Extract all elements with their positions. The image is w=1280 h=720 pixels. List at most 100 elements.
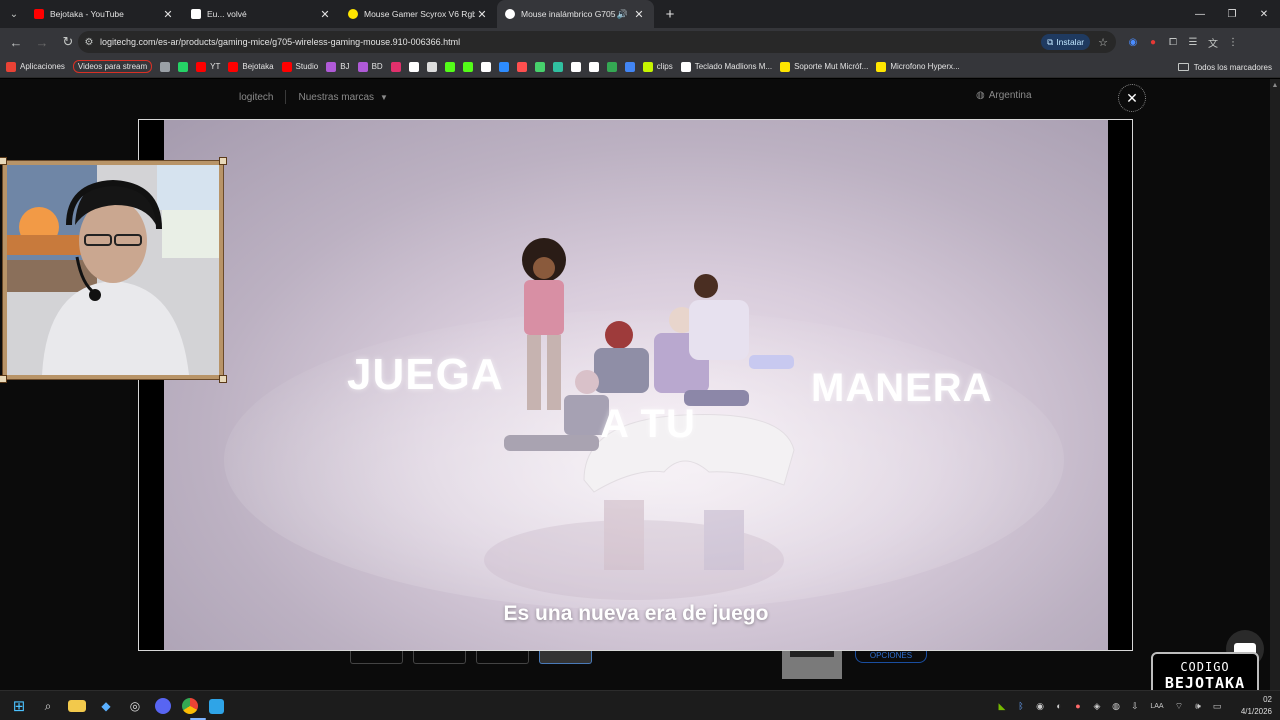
bookmark-icon[interactable] [516,61,527,72]
page-scrollbar[interactable]: ▲ [1270,79,1280,690]
bookmark-icon[interactable] [462,61,473,72]
bookmark-icon[interactable] [444,61,455,72]
region-selector[interactable]: ◍ Argentina [976,90,1032,101]
thumbnail[interactable] [476,651,529,664]
bookmark-icon[interactable] [606,61,617,72]
resize-handle-top-left[interactable] [0,157,7,165]
search-icon[interactable]: ⌕ [39,697,57,715]
bookmark-item[interactable]: BJ [326,61,350,72]
bookmark-icon[interactable] [570,61,581,72]
bookmark-item[interactable]: Bejotaka [228,61,274,72]
language-indicator[interactable]: LAA [1148,700,1166,712]
app-cyan-icon[interactable] [209,698,224,714]
chevron-down-icon[interactable]: ▼ [380,93,388,102]
minimize-button[interactable]: — [1184,0,1216,28]
file-explorer-icon[interactable] [68,700,86,712]
video-player[interactable]: JUEGA A TU MANERA Es una nueva era de ju… [164,120,1108,650]
video-modal[interactable]: JUEGA A TU MANERA Es una nueva era de ju… [138,119,1133,651]
extension-badge-icon[interactable]: ● [1146,35,1160,49]
bookmark-icon[interactable] [408,61,419,72]
wifi-icon[interactable]: ⌔ [1173,700,1185,712]
app-circle-icon[interactable]: ◎ [126,697,144,715]
tab-youtube[interactable]: Bejotaka - YouTube ✕ [26,0,183,28]
url-text[interactable]: logitechg.com/es-ar/products/gaming-mice… [100,37,1041,47]
extensions-puzzle-icon[interactable]: ⧠ [1166,35,1180,49]
install-app-button[interactable]: ⧉ Instalar [1041,34,1091,50]
new-tab-button[interactable]: + [658,6,682,23]
tab-logitech-g705[interactable]: Mouse inalámbrico G705 pa 🔊 ✕ [497,0,654,28]
discord-icon[interactable] [155,698,171,714]
brands-menu[interactable]: Nuestras marcas [298,92,374,103]
address-bar[interactable]: ⚙ logitechg.com/es-ar/products/gaming-mi… [78,31,1116,53]
extension-shield-icon[interactable]: ◉ [1126,35,1140,49]
bookmark-star-icon[interactable]: ☆ [1098,36,1108,49]
all-bookmarks-button[interactable]: Todos los marcadores [1177,56,1272,78]
bookmark-item[interactable]: Soporte Mut Micróf... [780,61,868,72]
bookmark-icon[interactable] [390,61,401,72]
resize-handle-bottom-left[interactable] [0,375,7,383]
close-video-button[interactable]: ✕ [1118,84,1146,112]
bookmark-favicon-icon [426,61,437,72]
site-info-icon[interactable]: ⚙ [78,37,100,48]
tab-close-icon[interactable]: ✕ [475,8,489,21]
bookmark-item[interactable]: Teclado Madlions M... [680,61,772,72]
bookmark-icon[interactable] [426,61,437,72]
bluetooth-icon[interactable]: ᛒ [1015,700,1027,712]
tray-discord-icon[interactable]: ◈ [1091,700,1103,712]
youtube-icon [34,9,44,19]
bookmark-icon[interactable] [480,61,491,72]
options-button[interactable]: OPCIONES [855,651,927,663]
bookmark-item[interactable]: Studio [281,61,318,72]
menu-kebab-icon[interactable]: ⋮ [1226,35,1240,49]
bookmark-icon[interactable] [160,61,171,72]
speaker-icon[interactable]: 🔊 [617,9,628,20]
nvidia-icon[interactable]: ◣ [996,700,1008,712]
reading-list-icon[interactable]: ☰ [1186,35,1200,49]
bookmark-item[interactable]: Videos para stream [72,60,153,73]
tab-close-icon[interactable]: ✕ [632,8,646,21]
bookmark-item[interactable]: clips [642,61,673,72]
tab-close-icon[interactable]: ✕ [161,8,175,21]
bookmark-icon[interactable] [588,61,599,72]
tray-download-icon[interactable]: ⇩ [1129,700,1141,712]
tab-search-icon[interactable]: ⌄ [2,3,26,25]
tab-eu-volve[interactable]: Eu... volvé ✕ [183,0,340,28]
thumbnail[interactable] [413,651,466,664]
logitech-logo[interactable]: logitech [239,92,273,103]
translate-icon[interactable]: 文 [1206,35,1220,50]
tray-app-icon[interactable]: ◉ [1034,700,1046,712]
tray-steam-icon[interactable]: ◐ [1053,700,1065,712]
forward-button[interactable]: → [30,30,54,54]
bookmark-favicon-icon [516,61,527,72]
clock[interactable]: 02 4/1/2026 [1241,694,1272,718]
scroll-up-icon[interactable]: ▲ [1270,79,1280,89]
bookmark-icon[interactable] [624,61,635,72]
tab-title: Bejotaka - YouTube [50,9,124,19]
resize-handle-bottom-right[interactable] [219,375,227,383]
windows-start-icon[interactable]: ⊞ [10,697,28,715]
restore-button[interactable]: ❐ [1216,0,1248,28]
bookmark-item[interactable]: Microfono Hyperx... [876,61,960,72]
tab-mouse-scyrox[interactable]: Mouse Gamer Scyrox V6 Rgb 7 ✕ [340,0,497,28]
thumbnail[interactable] [350,651,403,664]
battery-icon[interactable]: ▭ [1211,700,1223,712]
tray-red-icon[interactable]: ● [1072,700,1084,712]
bookmark-item[interactable]: YT [196,61,220,72]
reload-button[interactable]: ↻ [56,30,80,54]
bookmark-icon[interactable] [534,61,545,72]
volume-icon[interactable]: 🕪 [1192,700,1204,712]
app-blue-icon[interactable]: ◆ [97,697,115,715]
chrome-icon[interactable] [182,698,198,714]
tab-title: Eu... volvé [207,9,247,19]
bookmark-icon[interactable] [178,61,189,72]
tab-close-icon[interactable]: ✕ [318,8,332,21]
bookmark-item[interactable]: BD [357,61,383,72]
bookmark-icon[interactable] [552,61,563,72]
tray-chrome-icon[interactable]: ◍ [1110,700,1122,712]
bookmark-item[interactable]: Aplicaciones [6,61,65,72]
resize-handle-top-right[interactable] [219,157,227,165]
thumbnail-selected[interactable] [539,651,592,664]
back-button[interactable]: ← [4,30,28,54]
bookmark-icon[interactable] [498,61,509,72]
close-window-button[interactable]: ✕ [1248,0,1280,28]
